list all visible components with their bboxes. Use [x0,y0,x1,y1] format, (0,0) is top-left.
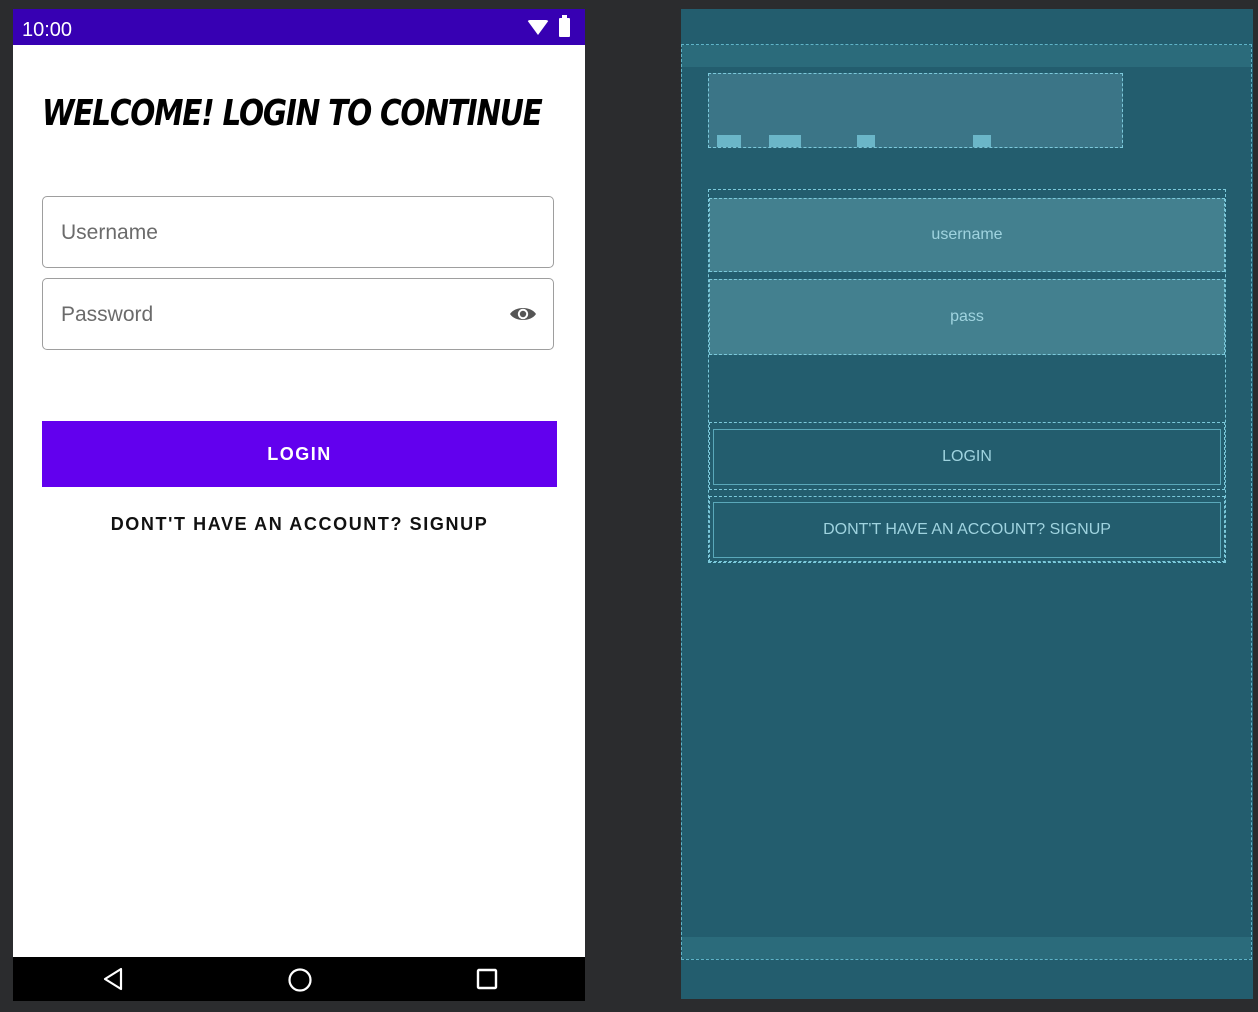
status-bar: 10:00 [13,9,585,45]
username-field[interactable] [42,196,554,268]
blueprint-signup-button[interactable]: DONT'T HAVE AN ACCOUNT? SIGNUP [713,502,1221,558]
blueprint-signup-wrap: DONT'T HAVE AN ACCOUNT? SIGNUP [709,496,1225,562]
password-field[interactable] [42,278,554,350]
page-title: WELCOME! LOGIN TO CONTINUE [42,93,543,134]
username-input[interactable] [59,197,503,268]
blueprint-username[interactable]: username [709,198,1225,272]
blueprint-login-wrap: LOGIN [709,422,1225,490]
nav-back-icon[interactable] [101,967,125,991]
login-button[interactable]: LOGIN [42,421,557,487]
eye-icon[interactable] [509,305,537,323]
navigation-bar [13,957,585,1001]
nav-recent-icon[interactable] [475,967,499,991]
blueprint-login-button[interactable]: LOGIN [713,429,1221,485]
blueprint-title[interactable] [708,73,1123,148]
blueprint-view: username pass LOGIN DONT'T HAVE AN ACCOU… [681,9,1253,999]
design-preview: 10:00 WELCOME! LOGIN TO CONTINUE LOGIN D… [13,9,585,1001]
status-time: 10:00 [22,19,73,41]
password-input[interactable] [59,279,503,350]
battery-icon [559,15,570,37]
blueprint-form: username pass LOGIN DONT'T HAVE AN ACCOU… [708,189,1226,563]
wifi-icon [527,20,549,35]
nav-home-icon[interactable] [287,967,313,993]
blueprint-password[interactable]: pass [709,279,1225,355]
signup-link[interactable]: DONT'T HAVE AN ACCOUNT? SIGNUP [42,514,557,544]
